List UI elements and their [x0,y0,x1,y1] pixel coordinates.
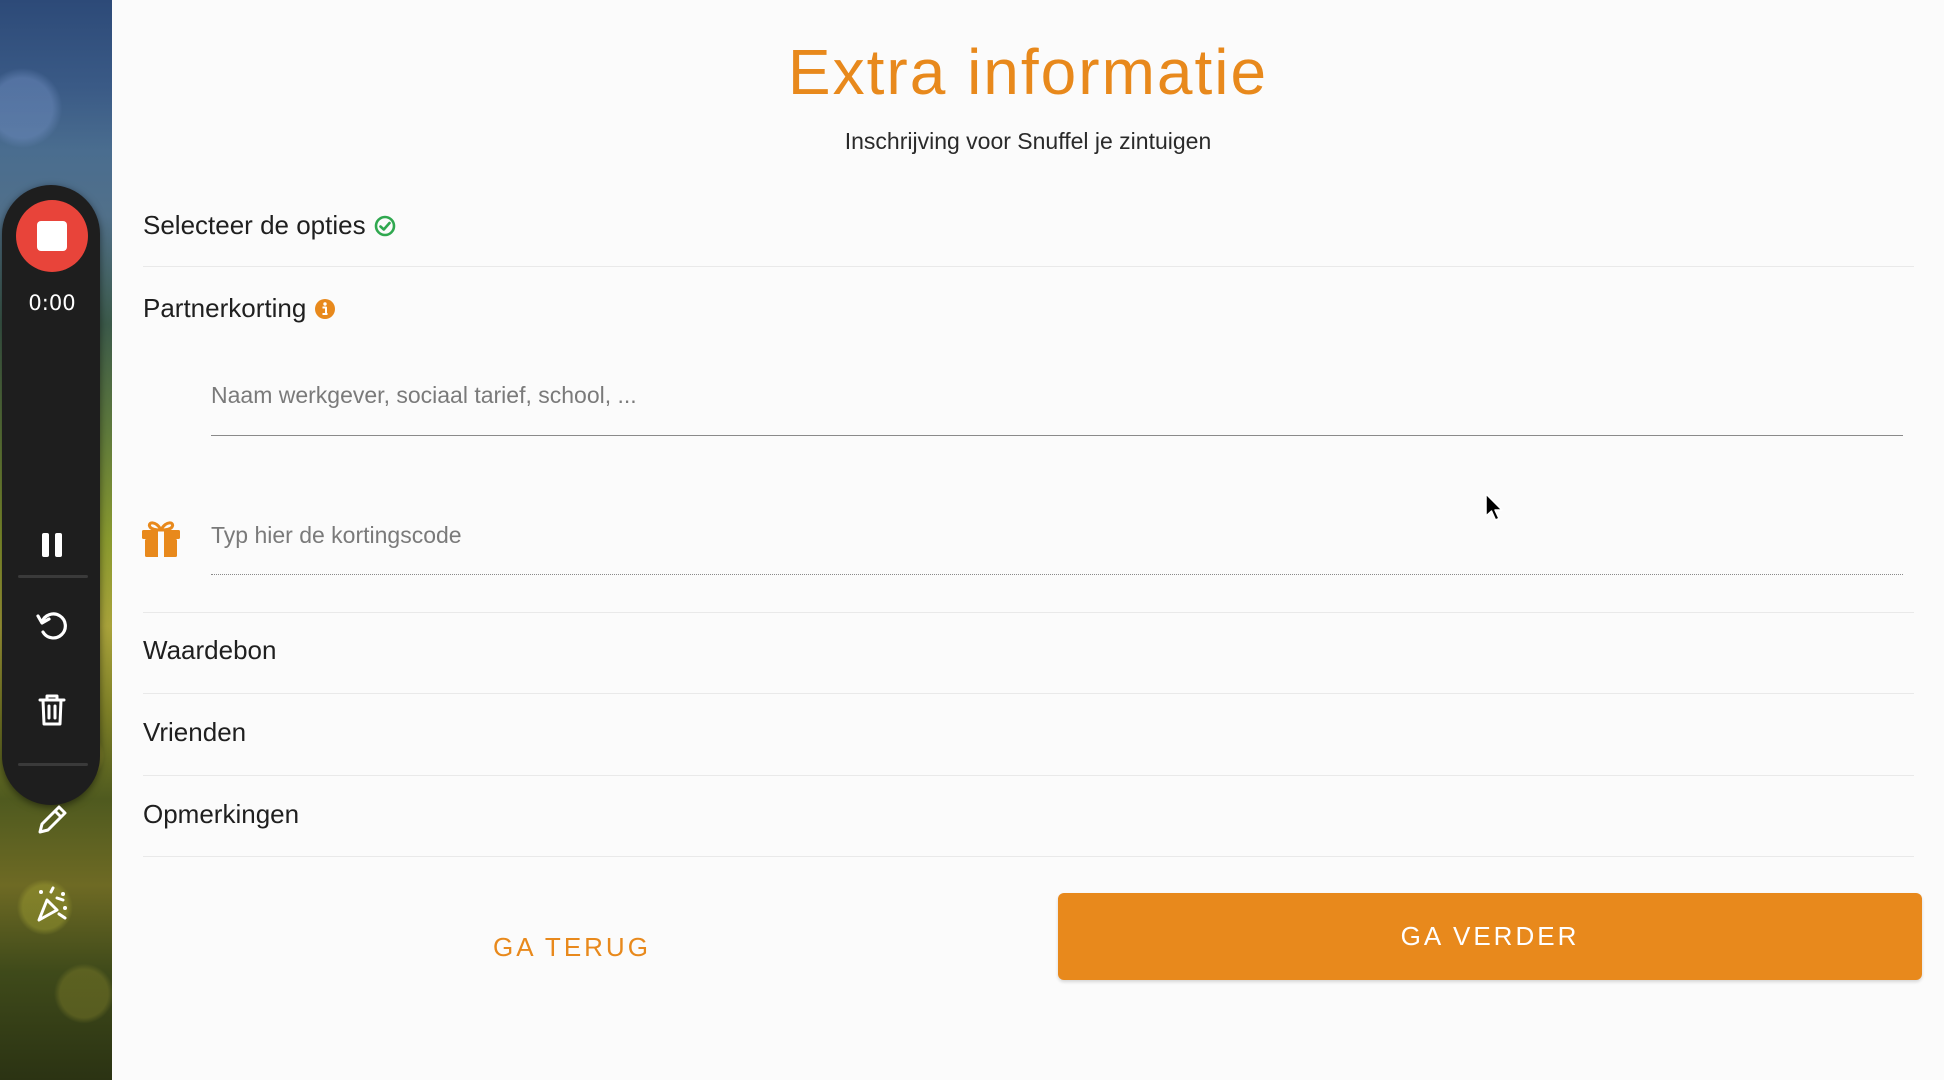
section-options-label: Selecteer de opties [143,210,366,240]
effects-icon [37,886,67,922]
section-friends[interactable]: Vrienden [143,717,246,748]
gift-icon [142,521,180,557]
info-icon[interactable] [314,298,336,320]
section-divider [143,266,1914,267]
section-divider [143,612,1914,613]
page-title: Extra informatie [787,36,1269,108]
stop-recording-button[interactable] [16,200,88,272]
section-divider [143,693,1914,694]
section-remarks[interactable]: Opmerkingen [143,799,299,830]
next-button[interactable]: GA VERDER [1058,893,1922,980]
restart-icon [36,612,67,640]
section-friends-label: Vrienden [143,717,247,747]
recording-timer: 0:00 [28,291,76,315]
restart-button[interactable] [27,601,77,651]
delete-recording-button[interactable] [27,685,77,735]
trash-icon [38,694,66,726]
section-partner-discount-label: Partnerkorting [143,293,307,323]
section-remarks-label: Opmerkingen [143,799,300,829]
check-circle-icon [374,215,395,236]
mouse-cursor-icon [1485,493,1503,521]
pause-icon [42,533,62,557]
toolbar-divider [18,763,88,766]
draw-button[interactable] [27,795,77,845]
section-voucher[interactable]: Waardebon [143,635,276,666]
recording-toolbar: 0:00 [2,185,100,922]
effects-button[interactable] [27,880,77,930]
section-divider [143,775,1914,776]
toolbar-divider [18,575,88,578]
discount-code-input[interactable] [211,505,1903,565]
section-partner-discount[interactable]: Partnerkorting [143,293,336,324]
partner-input-underline [211,435,1903,436]
partner-name-input[interactable] [211,365,1903,425]
form-page: Extra informatie Inschrijving voor Snuff… [112,0,1944,1080]
pause-button[interactable] [27,520,77,570]
discount-code-underline [211,574,1903,575]
back-button[interactable]: GA TERUG [442,922,702,972]
section-divider [143,856,1914,857]
page-subtitle: Inschrijving voor Snuffel je zintuigen [844,128,1212,154]
section-voucher-label: Waardebon [143,635,277,665]
pencil-icon [38,805,67,834]
stop-icon [37,221,67,251]
section-options[interactable]: Selecteer de opties [143,210,396,241]
